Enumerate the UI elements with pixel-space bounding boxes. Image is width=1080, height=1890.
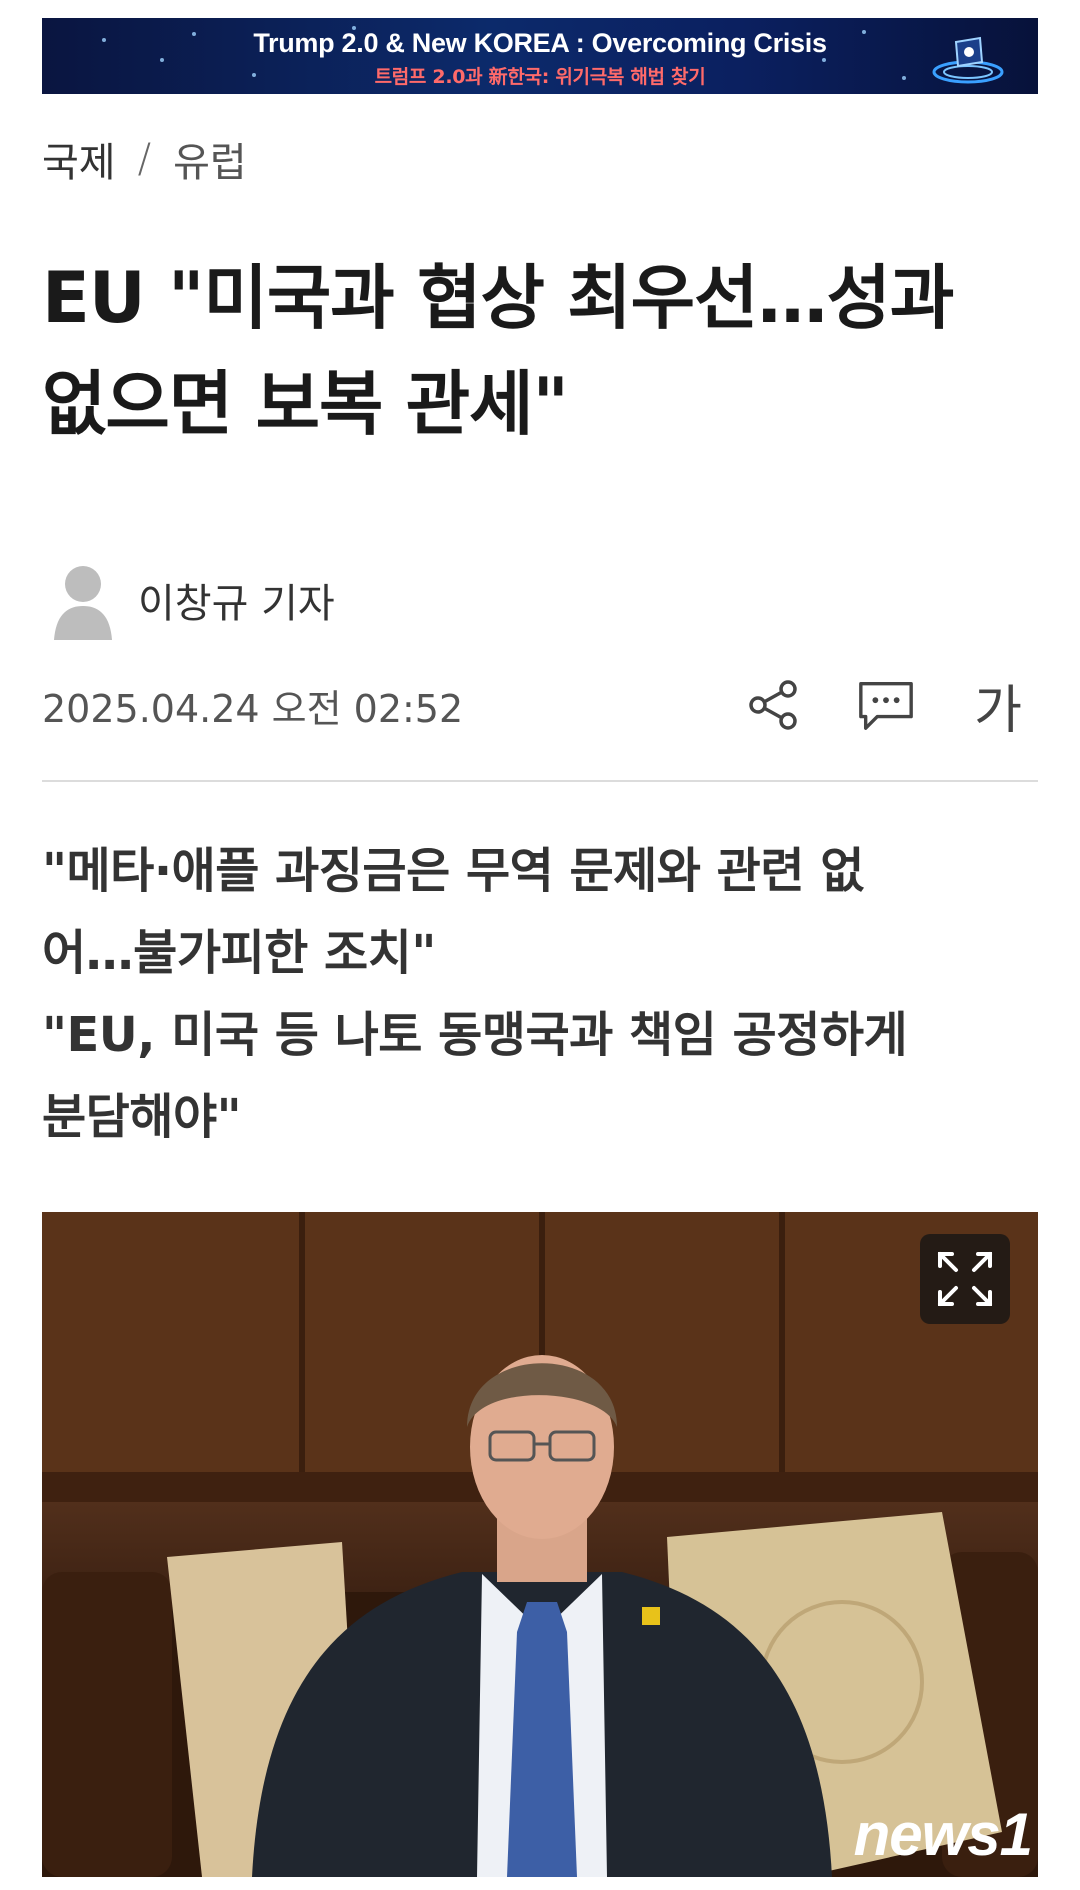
promo-banner[interactable]: Trump 2.0 & New KOREA : Overcoming Crisi… (42, 18, 1038, 94)
comment-icon (859, 682, 913, 730)
breadcrumb: 국제 / 유럽 (42, 130, 247, 188)
summary-line: 어…불가피한 조치" (42, 925, 436, 981)
share-button[interactable] (744, 675, 804, 735)
summary-line: "EU, 미국 등 나토 동맹국과 책임 공정하게 (42, 1007, 908, 1063)
photo-illustration (42, 1212, 1038, 1877)
author-name: 이창규 기자 (138, 581, 335, 627)
comment-button[interactable] (856, 675, 916, 735)
expand-photo-button[interactable] (920, 1234, 1010, 1324)
article-headline: EU "미국과 협상 최우선…성과 없으면 보복 관세" (42, 245, 1032, 457)
breadcrumb-separator: / (137, 136, 152, 182)
publish-date: 2025.04.24 오전 02:52 (42, 686, 464, 731)
banner-subtitle: 트럼프 2.0과 新한국: 위기극복 해법 찾기 (374, 66, 706, 88)
font-size-button[interactable]: 가 (968, 675, 1028, 741)
summary-line: 분담해야" (42, 1089, 242, 1145)
avatar-icon (54, 566, 112, 640)
summary-line: "메타·애플 과징금은 무역 문제와 관련 없 (42, 843, 864, 899)
headline-line-2: 없으면 보복 관세" (42, 363, 569, 445)
headline-line-1: EU "미국과 협상 최우선…성과 (42, 257, 954, 339)
article-photo[interactable]: news1 (42, 1212, 1038, 1877)
news1-watermark: news1 (853, 1801, 1033, 1868)
expand-icon (938, 1252, 992, 1306)
share-icon (749, 680, 797, 730)
banner-title: Trump 2.0 & New KOREA : Overcoming Crisi… (253, 28, 827, 58)
article-summary: "메타·애플 과징금은 무역 문제와 관련 없 어…불가피한 조치" "EU, … (42, 830, 1042, 1158)
divider (42, 780, 1038, 782)
breadcrumb-section[interactable]: 국제 (42, 130, 116, 188)
author-block[interactable]: 이창규 기자 (48, 560, 335, 640)
article-meta: 2025.04.24 오전 02:52 가 (42, 670, 1038, 741)
breadcrumb-subsection[interactable]: 유럽 (173, 130, 247, 188)
banner-emblem-icon (932, 36, 1004, 84)
article-tools: 가 (744, 675, 1028, 741)
